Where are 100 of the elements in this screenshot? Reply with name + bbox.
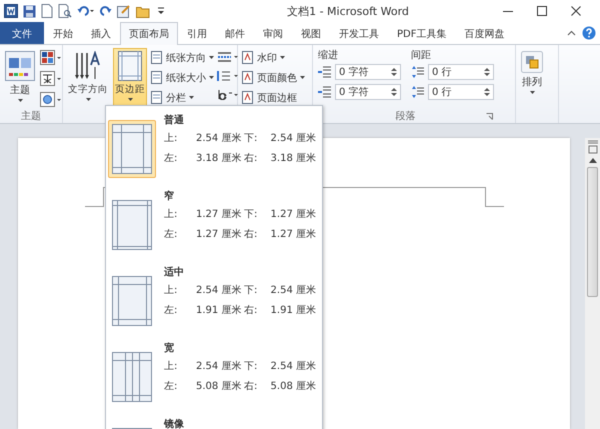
page-icon <box>150 71 163 84</box>
margin-value: 3.18 厘米 <box>196 152 242 165</box>
margin-value: 2.54 厘米 <box>196 284 242 297</box>
margin-option[interactable]: 镜像 <box>106 410 322 429</box>
themes-icon <box>5 51 35 81</box>
spacing-field[interactable]: 0 行 <box>428 64 494 80</box>
caret-icon <box>18 99 22 102</box>
margin-value: 2.54 厘米 <box>196 360 242 373</box>
spinner-arrows-icon[interactable] <box>391 87 397 97</box>
margin-option[interactable]: 适中 上: 2.54 厘米 下: 2.54 厘米 左: 1.91 厘米 右: 1.91 厘米 <box>106 258 322 334</box>
window-title: 文档1 - Microsoft Word <box>286 4 410 18</box>
margin-side-label: 右: <box>244 228 258 241</box>
line-numbers-icon[interactable] <box>217 69 239 83</box>
margin-value: 1.27 厘米 <box>196 208 242 221</box>
close-icon[interactable] <box>570 5 582 17</box>
margin-side-label: 下: <box>244 132 258 145</box>
margin-side-label: 上: <box>164 284 178 297</box>
scrollbar-thumb[interactable] <box>587 167 598 297</box>
ruler-toggle-icon[interactable] <box>586 140 598 154</box>
theme-fonts-icon[interactable] <box>40 71 62 87</box>
text-direction-icon <box>74 51 102 81</box>
spinner-arrows-icon[interactable] <box>484 87 490 97</box>
margin-option-name: 镜像 <box>164 418 184 429</box>
page-icon <box>150 51 163 64</box>
ribbon-tab[interactable]: PDF工具集 <box>388 22 456 44</box>
page-setup-button[interactable]: 纸张方向 <box>150 50 214 65</box>
margin-value: 3.18 厘米 <box>270 152 316 165</box>
collapse-ribbon-icon[interactable] <box>567 30 576 36</box>
help-icon[interactable] <box>582 26 596 40</box>
ribbon-tab[interactable]: 页面布局 <box>120 22 178 45</box>
margin-side-label: 上: <box>164 360 178 373</box>
indent-field[interactable]: 0 字符 <box>335 64 401 80</box>
customize-menu-icon[interactable] <box>156 5 166 17</box>
page-margins-icon <box>112 124 152 174</box>
margin-side-label: 左: <box>164 380 178 393</box>
breaks-icon[interactable] <box>217 50 239 64</box>
margin-option-name: 宽 <box>164 341 175 353</box>
margin-value: 5.08 厘米 <box>196 380 242 393</box>
margin-side-label: 下: <box>244 360 258 373</box>
ribbon-tab[interactable]: 插入 <box>82 22 120 44</box>
page-background-button[interactable]: 水印 <box>241 50 305 65</box>
margin-option-name: 普通 <box>164 113 185 125</box>
ribbon-tab[interactable]: 开发工具 <box>330 22 388 44</box>
caret-icon <box>86 98 90 101</box>
save-icon[interactable] <box>23 4 36 18</box>
page-margins-icon <box>112 200 152 250</box>
margin-side-label: 下: <box>244 284 258 297</box>
spinner-arrows-icon[interactable] <box>484 67 490 77</box>
margin-side-label: 左: <box>164 228 178 241</box>
scroll-up-icon[interactable] <box>588 158 596 163</box>
print-preview-icon[interactable] <box>58 4 72 18</box>
ribbon-tab[interactable]: 开始 <box>44 22 82 44</box>
margin-value: 2.54 厘米 <box>270 360 316 373</box>
theme-effects-icon[interactable] <box>40 92 62 108</box>
new-document-icon[interactable] <box>41 4 53 18</box>
ribbon-tab[interactable]: 百度网盘 <box>455 22 514 44</box>
spacing-label: 间距 <box>411 49 432 60</box>
dialog-launcher-icon[interactable] <box>486 112 492 120</box>
indent-field[interactable]: 0 字符 <box>335 84 401 100</box>
themes-button[interactable]: 主题 <box>3 48 37 109</box>
margin-option[interactable]: 窄 上: 1.27 厘米 下: 1.27 厘米 左: 1.27 厘米 右: 1.27 厘米 <box>106 182 322 258</box>
theme-colors-icon[interactable] <box>40 50 62 66</box>
word-logo-icon[interactable] <box>4 4 18 18</box>
margin-value: 2.54 厘米 <box>270 284 316 297</box>
vertical-scrollbar[interactable] <box>585 138 600 429</box>
caret-icon <box>209 76 214 79</box>
page-icon <box>241 51 254 64</box>
page-icon <box>241 71 254 84</box>
spacing-field[interactable]: 0 行 <box>428 84 494 100</box>
ribbon-tab[interactable]: 引用 <box>178 22 216 44</box>
page-background-button[interactable]: 页面边框 <box>241 90 305 105</box>
margin-side-label: 下: <box>244 208 258 221</box>
page-margins-icon <box>112 352 152 402</box>
spinner-arrows-icon[interactable] <box>391 67 397 77</box>
margin-side-label: 上: <box>164 208 178 221</box>
page-setup-button[interactable]: 纸张大小 <box>150 70 214 85</box>
margin-side-label: 左: <box>164 152 178 165</box>
ribbon-tab[interactable]: 视图 <box>292 22 330 44</box>
caret-icon <box>209 56 214 59</box>
indent-icon <box>318 86 332 98</box>
margin-option-name: 适中 <box>164 266 185 277</box>
hyphenation-icon[interactable] <box>217 88 239 102</box>
page-margins-icon <box>112 276 152 326</box>
file-tab[interactable]: 文件 <box>0 22 44 44</box>
group-label: 段落 <box>396 110 416 123</box>
ribbon-tab[interactable]: 邮件 <box>216 22 254 44</box>
undo-icon[interactable] <box>77 5 95 17</box>
page-setup-button[interactable]: 分栏 <box>150 90 214 105</box>
maximize-icon[interactable] <box>536 5 548 17</box>
caret-icon <box>280 56 285 59</box>
page-margins-icon <box>118 51 142 81</box>
page-background-button[interactable]: 页面颜色 <box>241 70 305 85</box>
redo-icon[interactable] <box>100 5 112 17</box>
arrange-button[interactable]: 排列 <box>519 48 545 123</box>
folder-icon[interactable] <box>136 4 151 18</box>
margin-option[interactable]: 宽 上: 2.54 厘米 下: 2.54 厘米 左: 5.08 厘米 右: 5.08 厘米 <box>106 334 322 410</box>
edit-document-icon[interactable] <box>117 4 131 18</box>
line-spacing-icon <box>411 86 425 98</box>
margin-side-label: 右: <box>244 152 258 165</box>
ribbon-tab[interactable]: 审阅 <box>254 22 292 44</box>
